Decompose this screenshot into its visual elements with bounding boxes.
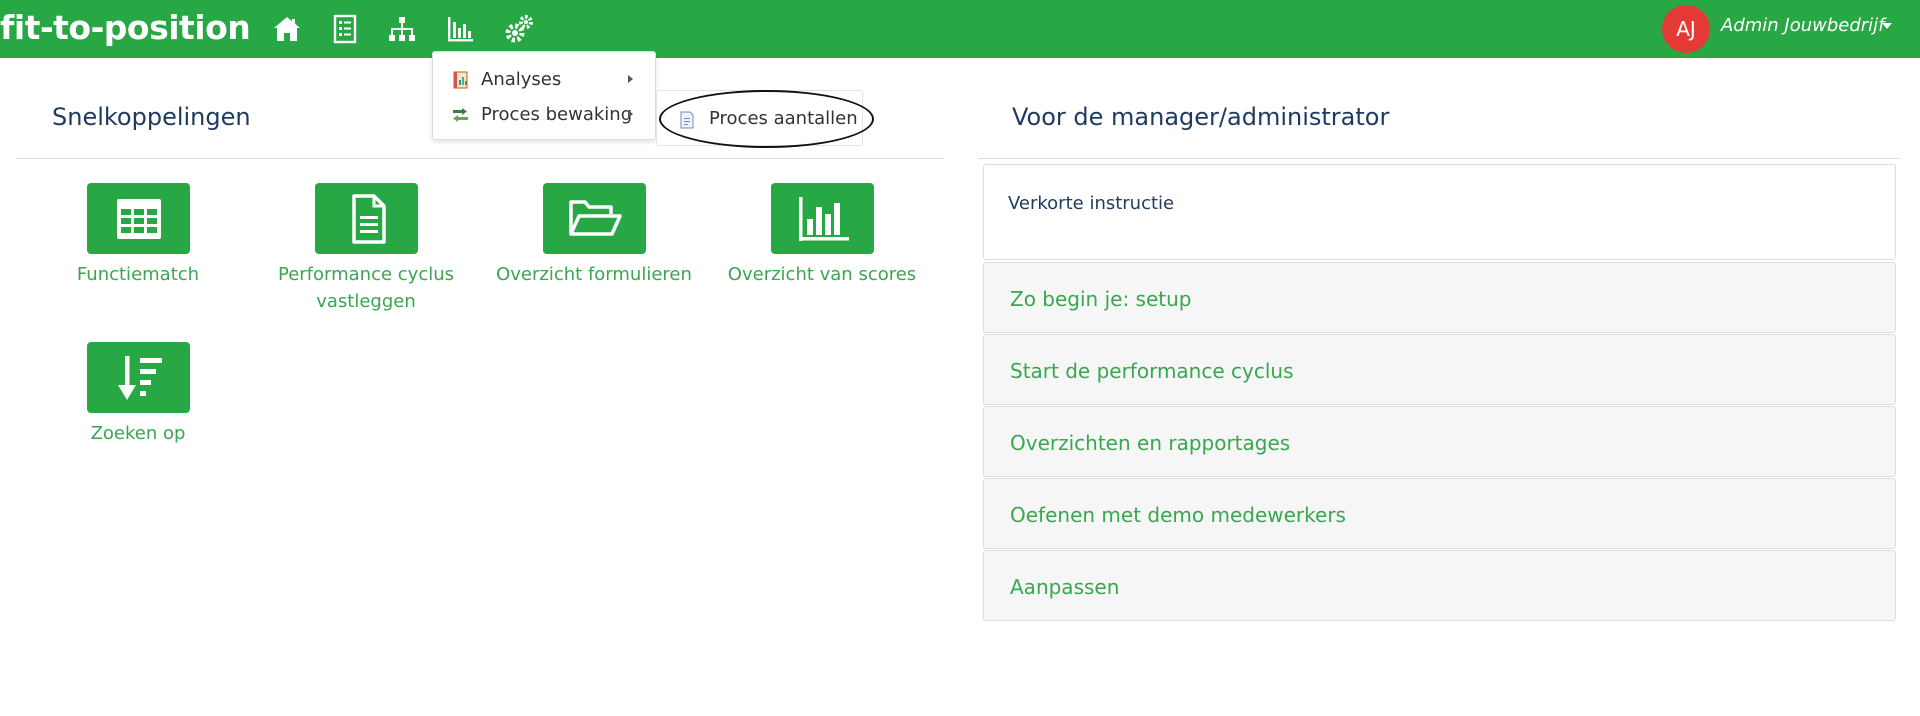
tile-label[interactable]: Overzicht formulieren <box>480 261 708 288</box>
tile-label[interactable]: Zoeken op <box>24 420 252 447</box>
folder-open-icon <box>568 199 622 236</box>
bar-chart-icon[interactable] <box>443 12 477 46</box>
gears-icon[interactable] <box>502 12 536 46</box>
caret-down-icon[interactable] <box>1882 23 1892 29</box>
accordion-aanpassen[interactable]: Aanpassen <box>983 550 1896 621</box>
proces-bewaking-submenu: Proces aantallen <box>656 90 863 146</box>
submenu-label[interactable]: Proces aantallen <box>709 108 858 129</box>
report-icon <box>453 71 468 89</box>
table-icon <box>116 198 161 239</box>
user-menu-toggle[interactable]: Admin Jouwbedrijf <box>1721 15 1885 36</box>
document-icon-button[interactable] <box>315 183 418 254</box>
table-icon-button[interactable] <box>87 183 190 254</box>
checklist-icon[interactable] <box>328 12 362 46</box>
submenu-item-proces-aantallen[interactable]: Proces aantallen <box>660 94 860 144</box>
menu-label[interactable]: Proces bewaking <box>481 104 632 125</box>
accordion-start-cyclus[interactable]: Start de performance cyclus <box>983 334 1896 405</box>
home-icon[interactable] <box>270 12 304 46</box>
chevron-right-icon <box>628 110 633 118</box>
chevron-right-icon <box>628 75 633 83</box>
accordion-oefenen[interactable]: Oefenen met demo medewerkers <box>983 478 1896 549</box>
manager-title: Voor de manager/administrator <box>1012 103 1390 131</box>
tile-label[interactable]: Performance cyclus vastleggen <box>252 261 480 315</box>
avatar[interactable]: AJ <box>1662 5 1710 53</box>
accordion-label[interactable]: Zo begin je: setup <box>1010 287 1191 311</box>
accordion-label[interactable]: Start de performance cyclus <box>1010 359 1294 383</box>
instruction-card: Verkorte instructie <box>983 164 1896 260</box>
accordion-label[interactable]: Overzichten en rapportages <box>1010 431 1290 455</box>
menu-label[interactable]: Analyses <box>481 69 561 90</box>
document-icon <box>351 193 386 244</box>
accordion-overzichten[interactable]: Overzichten en rapportages <box>983 406 1896 477</box>
divider <box>978 158 1900 159</box>
org-chart-icon[interactable] <box>385 12 419 46</box>
bar-chart-icon <box>798 196 849 241</box>
sort-descending-icon-button[interactable] <box>87 342 190 413</box>
accordion-label[interactable]: Aanpassen <box>1010 575 1119 599</box>
divider <box>17 158 943 159</box>
process-icon <box>453 108 468 122</box>
accordion-setup[interactable]: Zo begin je: setup <box>983 262 1896 333</box>
menu-item-analyses[interactable]: Analyses <box>433 64 655 94</box>
sort-descending-icon <box>117 355 162 400</box>
document-icon <box>680 111 694 129</box>
brand-logo[interactable]: fit-to-position <box>0 6 251 50</box>
bar-chart-icon-button[interactable] <box>771 183 874 254</box>
top-navbar: fit-to-position AJ Admin Jouwbedrijf <box>0 0 1920 58</box>
folder-open-icon-button[interactable] <box>543 183 646 254</box>
tile-label[interactable]: Functiematch <box>24 261 252 288</box>
analysis-dropdown-menu: Analyses Proces bewaking <box>432 51 656 140</box>
accordion-label[interactable]: Oefenen met demo medewerkers <box>1010 503 1346 527</box>
shortcuts-title: Snelkoppelingen <box>52 103 251 131</box>
instruction-title: Verkorte instructie <box>1008 193 1175 214</box>
tile-label[interactable]: Overzicht van scores <box>708 261 936 288</box>
menu-item-proces-bewaking[interactable]: Proces bewaking <box>433 99 655 129</box>
